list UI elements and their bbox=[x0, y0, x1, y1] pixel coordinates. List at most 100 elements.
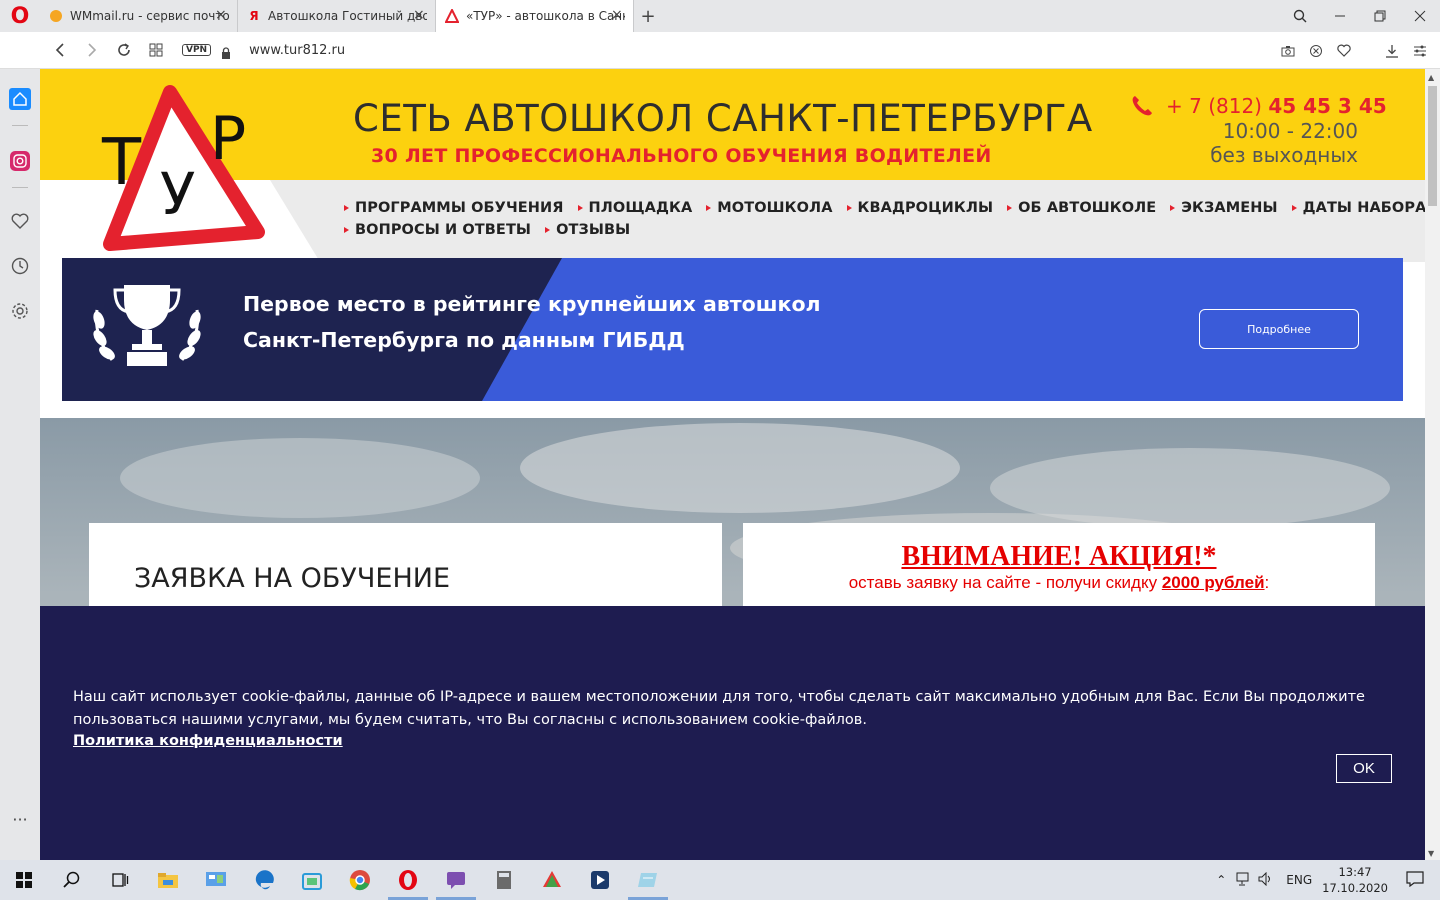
tab-grid-icon[interactable] bbox=[140, 34, 172, 66]
download-icon[interactable] bbox=[1382, 41, 1402, 61]
tab-wmmail[interactable]: WMmail.ru - сервис почто × bbox=[40, 0, 238, 32]
wmmail-favicon-icon bbox=[48, 8, 64, 24]
page-subtitle: 30 ЛЕТ ПРОФЕССИОНАЛЬНОГО ОБУЧЕНИЯ ВОДИТЕ… bbox=[371, 145, 992, 167]
network-icon[interactable] bbox=[1236, 872, 1252, 889]
camera-icon[interactable] bbox=[1278, 41, 1298, 61]
promo-title: ВНИМАНИЕ! АКЦИЯ!* bbox=[901, 541, 1217, 572]
back-button[interactable] bbox=[44, 34, 76, 66]
tur-logo[interactable]: Т У Р bbox=[90, 84, 270, 254]
sidebar-divider bbox=[12, 187, 28, 188]
page-title: СЕТЬ АВТОШКОЛ САНКТ-ПЕТЕРБУРГА bbox=[353, 97, 1093, 140]
close-tab-icon[interactable]: × bbox=[413, 8, 427, 22]
phone-icon bbox=[1132, 96, 1152, 116]
more-details-button[interactable]: Подробнее bbox=[1199, 309, 1359, 349]
cookie-ok-button[interactable]: OK bbox=[1336, 754, 1392, 783]
vpn-badge[interactable]: VPN bbox=[182, 44, 212, 56]
tab-title: Автошкола Гостиный двор bbox=[268, 9, 427, 23]
address-bar: VPN www.tur812.ru bbox=[0, 32, 1440, 69]
forward-button[interactable] bbox=[76, 34, 108, 66]
task-view-icon[interactable] bbox=[96, 860, 144, 900]
scroll-thumb[interactable] bbox=[1428, 86, 1437, 206]
easy-setup-icon[interactable] bbox=[1410, 41, 1430, 61]
show-hidden-icons-icon[interactable]: ⌃ bbox=[1216, 873, 1226, 887]
arrow-right-icon bbox=[1170, 205, 1176, 211]
arrow-right-icon bbox=[344, 205, 349, 211]
file-explorer-icon[interactable] bbox=[144, 860, 192, 900]
close-window-button[interactable] bbox=[1400, 0, 1440, 32]
app-multicolor-icon[interactable] bbox=[528, 860, 576, 900]
settings-gear-icon[interactable] bbox=[8, 299, 32, 323]
tab-title: «ТУР» - автошкола в Санк bbox=[466, 9, 625, 23]
new-tab-button[interactable]: + bbox=[636, 0, 660, 32]
calculator-icon[interactable] bbox=[480, 860, 528, 900]
nav-motoshkola[interactable]: МОТОШКОЛА bbox=[706, 200, 832, 216]
chrome-icon[interactable] bbox=[336, 860, 384, 900]
instagram-icon[interactable] bbox=[8, 149, 32, 173]
application-form-title: ЗАЯВКА НА ОБУЧЕНИЕ bbox=[134, 563, 450, 594]
control-panel-icon[interactable] bbox=[192, 860, 240, 900]
notifications-icon[interactable] bbox=[1406, 870, 1424, 890]
nav-voprosy[interactable]: ВОПРОСЫ И ОТВЕТЫ bbox=[344, 222, 531, 238]
nav-ob-avtoshkole[interactable]: ОБ АВТОШКОЛЕ bbox=[1007, 200, 1156, 216]
system-tray: ⌃ ENG 13:47 17.10.2020 bbox=[1216, 860, 1440, 900]
clock-date: 17.10.2020 bbox=[1322, 881, 1388, 895]
tab-tur[interactable]: «ТУР» - автошкола в Санк × bbox=[436, 0, 634, 32]
trophy-icon bbox=[93, 285, 201, 366]
close-tab-icon[interactable]: × bbox=[215, 8, 229, 22]
bookmark-heart-icon[interactable] bbox=[1334, 41, 1354, 61]
search-tabs-icon[interactable] bbox=[1280, 0, 1320, 32]
notepad-icon[interactable] bbox=[624, 860, 672, 900]
volume-icon[interactable] bbox=[1258, 871, 1274, 889]
nav-programs[interactable]: ПРОГРАММЫ ОБУЧЕНИЯ bbox=[344, 200, 564, 216]
promo-subtitle: оставь заявку на сайте - получи скидку 2… bbox=[848, 573, 1270, 592]
tur-favicon-icon bbox=[444, 8, 460, 24]
close-tab-icon[interactable]: × bbox=[611, 8, 625, 22]
privacy-policy-link[interactable]: Политика конфиденциальности bbox=[73, 733, 343, 749]
banner-line-1: Первое место в рейтинге крупнейших автош… bbox=[243, 292, 821, 316]
tab-avtoshkola-gostiny[interactable]: Я Автошкола Гостиный двор × bbox=[238, 0, 436, 32]
home-icon[interactable] bbox=[8, 87, 32, 111]
clock[interactable]: 13:47 17.10.2020 bbox=[1322, 864, 1388, 896]
windows-start-icon[interactable] bbox=[0, 860, 48, 900]
search-icon[interactable] bbox=[48, 860, 96, 900]
lock-icon[interactable] bbox=[221, 44, 231, 59]
edge-icon[interactable] bbox=[240, 860, 288, 900]
media-player-icon[interactable] bbox=[576, 860, 624, 900]
banner-line-2: Санкт-Петербурга по данным ГИБДД bbox=[243, 328, 685, 352]
page-scrollbar[interactable]: ▲ ▼ bbox=[1425, 69, 1440, 860]
url-field[interactable]: www.tur812.ru bbox=[249, 43, 345, 58]
nav-kvadrotsikly[interactable]: КВАДРОЦИКЛЫ bbox=[846, 200, 994, 216]
nav-ploshchadka[interactable]: ПЛОЩАДКА bbox=[577, 200, 693, 216]
restore-button[interactable] bbox=[1360, 0, 1400, 32]
scroll-down-icon[interactable]: ▼ bbox=[1428, 849, 1434, 858]
phone-number[interactable]: + 7 (812) 45 45 3 45 bbox=[1166, 94, 1387, 118]
browser-sidebar: ··· bbox=[0, 69, 40, 860]
bookmarks-heart-icon[interactable] bbox=[8, 209, 32, 233]
web-page: Т У Р СЕТЬ АВТОШКОЛ САНКТ-ПЕТЕРБУРГА 30 … bbox=[40, 69, 1425, 860]
store-app-icon[interactable] bbox=[288, 860, 336, 900]
opera-taskbar-icon[interactable] bbox=[384, 860, 432, 900]
scroll-up-icon[interactable]: ▲ bbox=[1428, 73, 1434, 82]
tab-bar: O WMmail.ru - сервис почто × Я Автошкола… bbox=[0, 0, 1440, 32]
arrow-right-icon bbox=[706, 205, 712, 211]
nav-otzyvy[interactable]: ОТЗЫВЫ bbox=[545, 222, 630, 238]
adblock-icon[interactable] bbox=[1306, 41, 1326, 61]
reload-button[interactable] bbox=[108, 34, 140, 66]
more-options-icon[interactable]: ··· bbox=[8, 807, 32, 831]
yandex-favicon-icon: Я bbox=[249, 9, 259, 23]
opera-menu-icon[interactable]: O bbox=[0, 0, 40, 32]
viber-icon[interactable] bbox=[432, 860, 480, 900]
arrow-right-icon bbox=[577, 205, 583, 211]
nav-daty-nabora[interactable]: ДАТЫ НАБОРА bbox=[1291, 200, 1425, 216]
phone-prefix: + 7 (812) bbox=[1166, 94, 1269, 118]
arrow-right-icon bbox=[344, 227, 349, 233]
svg-text:Т: Т bbox=[101, 126, 142, 200]
minimize-button[interactable] bbox=[1320, 0, 1360, 32]
nav-ekzameny[interactable]: ЭКЗАМЕНЫ bbox=[1170, 200, 1278, 216]
svg-text:Р: Р bbox=[210, 104, 246, 174]
sidebar-divider bbox=[12, 125, 28, 126]
clock-time: 13:47 bbox=[1338, 865, 1372, 879]
language-indicator[interactable]: ENG bbox=[1286, 873, 1312, 887]
history-clock-icon[interactable] bbox=[8, 254, 32, 278]
banner-text: Первое место в рейтинге крупнейших автош… bbox=[243, 286, 821, 358]
